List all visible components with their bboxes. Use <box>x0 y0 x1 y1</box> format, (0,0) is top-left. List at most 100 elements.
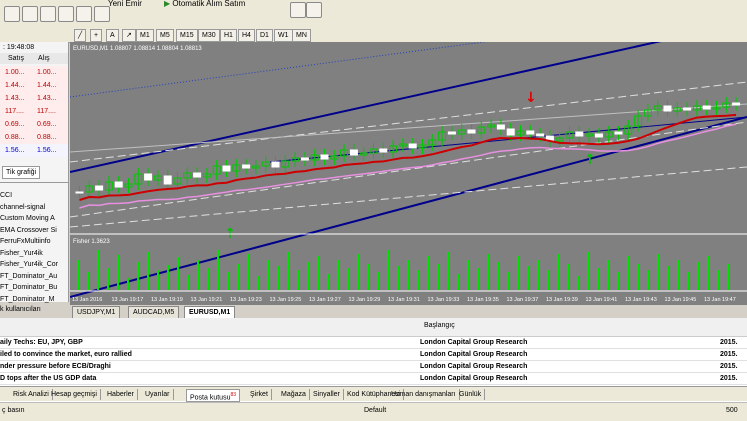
terminal-tab[interactable]: Haberler <box>104 389 138 400</box>
candle-body <box>300 157 309 161</box>
market-watch-row[interactable]: 1.00... 1.00... <box>0 66 68 79</box>
time-label: 13 Jan 19:31 <box>388 297 420 303</box>
price-chart[interactable]: ↓ ↑ ↑ EURUSD,M1 1.08807 1.08814 1.08804 1.0… <box>69 6 747 305</box>
tf-w1[interactable]: W1 <box>274 29 293 42</box>
tf-m5[interactable]: M5 <box>156 29 174 42</box>
candle-body <box>379 148 388 153</box>
tf-h4[interactable]: H4 <box>238 29 255 42</box>
zoom-in-icon[interactable] <box>290 2 306 18</box>
navigator-icon[interactable] <box>76 6 92 22</box>
navigator-item[interactable]: FT_Dominator_Bu <box>0 282 66 293</box>
pink-moving-average <box>79 123 737 209</box>
candle-body <box>320 154 329 160</box>
chart-tabs: USDJPY,M1 AUDCAD,M5 EURUSD,M1 <box>70 305 747 319</box>
status-profile: Default <box>364 407 387 414</box>
channel-dashed-upper <box>69 81 747 163</box>
news-header-label: Başlangıç <box>424 322 455 329</box>
data-window-icon[interactable] <box>58 6 74 22</box>
news-date: 2015. <box>720 339 738 346</box>
candle-body <box>496 124 505 130</box>
market-watch-row[interactable]: 1.43... 1.43... <box>0 92 68 105</box>
time-label: 13 Jan 19:39 <box>546 297 578 303</box>
navigator-item[interactable]: Fisher_Yur4ik_Cor <box>0 259 66 270</box>
time-label: 13 Jan 19:29 <box>349 297 381 303</box>
candle-body <box>163 175 172 185</box>
navigator-item[interactable]: Fisher_Yur4ik <box>0 248 66 259</box>
arrow-tool-icon[interactable]: ↗ <box>122 29 136 42</box>
news-row[interactable]: D tops after the US GDP data London Capit… <box>0 373 747 385</box>
news-source: London Capital Group Research <box>420 339 528 346</box>
terminal-tab[interactable]: Günlük <box>456 389 486 400</box>
navigator-item[interactable]: Custom Moving A <box>0 213 66 224</box>
time-label: 13 Jan 19:25 <box>270 297 302 303</box>
tf-h1[interactable]: H1 <box>220 29 237 42</box>
market-watch-row[interactable]: 1.56... 1.56... <box>0 144 68 157</box>
tf-m30[interactable]: M30 <box>198 29 220 42</box>
main-toolbar: Yeni Emir ▶ Otomatik Alım Satım <box>0 0 747 29</box>
ask-value: 1.00... <box>37 69 57 76</box>
candle-body <box>114 181 123 188</box>
news-source: London Capital Group Research <box>420 351 528 358</box>
new-chart-icon[interactable] <box>4 6 20 22</box>
crosshair-icon[interactable]: + <box>90 29 103 42</box>
navigator-item[interactable]: FT_Dominator_M <box>0 294 66 305</box>
mailbox-badge: 83 <box>230 392 237 398</box>
text-tool-icon[interactable]: A <box>106 29 119 42</box>
tf-d1[interactable]: D1 <box>256 29 273 42</box>
candle-body <box>447 131 456 135</box>
terminal-tabs: Risk Analizi Hesap geçmişi Haberler Uyarıla… <box>0 386 747 402</box>
zoom-out-icon[interactable] <box>306 2 322 18</box>
navigator-item[interactable]: FT_Dominator_Au <box>0 271 66 282</box>
line-tool-icon[interactable]: ╱ <box>74 29 87 42</box>
terminal-tab[interactable]: Mağaza <box>278 389 310 400</box>
autotrading-button[interactable]: ▶ Otomatik Alım Satım <box>164 0 245 10</box>
tf-mn[interactable]: MN <box>292 29 311 42</box>
tick-chart-tab[interactable]: Tik grafiği <box>2 166 41 179</box>
news-row[interactable]: aily Techs: EU, JPY, GBP London Capital G… <box>0 337 747 349</box>
market-watch-icon[interactable] <box>40 6 56 22</box>
terminal-tab[interactable]: Sinyaller <box>310 389 344 400</box>
news-row[interactable]: iled to convince the market, euro rallie… <box>0 349 747 361</box>
candle-body <box>144 173 153 181</box>
news-date: 2015. <box>720 363 738 370</box>
terminal-tab[interactable]: Uzman danışmanları <box>388 389 460 400</box>
candle-body <box>732 102 741 106</box>
candle-body <box>506 128 515 136</box>
time-label: 13 Jan 19:27 <box>309 297 341 303</box>
news-source: London Capital Group Research <box>420 363 528 370</box>
news-row[interactable]: nder pressure before ECB/Draghi London Ca… <box>0 361 747 373</box>
market-watch-row[interactable]: 0.88... 0.88... <box>0 131 68 144</box>
navigator-item[interactable]: EMA Crossover Si <box>0 225 66 236</box>
ask-value: 0.88... <box>37 134 57 141</box>
ask-header: Alış <box>38 55 50 62</box>
tf-m15[interactable]: M15 <box>176 29 198 42</box>
new-order-button[interactable]: Yeni Emir <box>108 0 142 10</box>
ask-value: 1.44... <box>37 82 57 89</box>
terminal-tab[interactable]: Risk Analizi <box>10 389 53 400</box>
market-watch-row[interactable]: 117.... 117.... <box>0 105 68 118</box>
terminal-tab[interactable]: Posta kutusu83 <box>186 389 241 402</box>
profiles-icon[interactable] <box>22 6 38 22</box>
time-label: 13 Jan 19:41 <box>586 297 618 303</box>
candle-body <box>702 105 711 110</box>
chart-canvas[interactable]: ↓↑↑EURUSD,M1 1.08807 1.08814 1.08804 1.0… <box>69 6 747 305</box>
navigator-item[interactable]: FerruFxMultiinfo <box>0 236 66 247</box>
navigator-item[interactable]: channel-signal <box>0 202 66 213</box>
tf-m1[interactable]: M1 <box>136 29 154 42</box>
channel-upper-line <box>69 21 747 173</box>
status-right: 500 <box>726 407 738 414</box>
news-date: 2015. <box>720 375 738 382</box>
sell-arrow-icon: ↓ <box>525 90 537 106</box>
candle-body <box>536 133 545 137</box>
terminal-tab[interactable]: Uyarılar <box>142 389 174 400</box>
bid-value: 0.69... <box>5 121 25 128</box>
navigator-item[interactable]: CCI <box>0 190 66 201</box>
market-watch-time: : 19:48:08 <box>3 44 35 51</box>
terminal-tab[interactable]: Şirket <box>247 389 272 400</box>
terminal-tab[interactable]: Hesap geçmişi <box>48 389 101 400</box>
candle-body <box>193 172 202 178</box>
market-watch-row[interactable]: 1.44... 1.44... <box>0 79 68 92</box>
bid-value: 117.... <box>5 108 24 115</box>
news-header: Başlangıç <box>0 318 747 337</box>
market-watch-row[interactable]: 0.69... 0.69... <box>0 118 68 131</box>
